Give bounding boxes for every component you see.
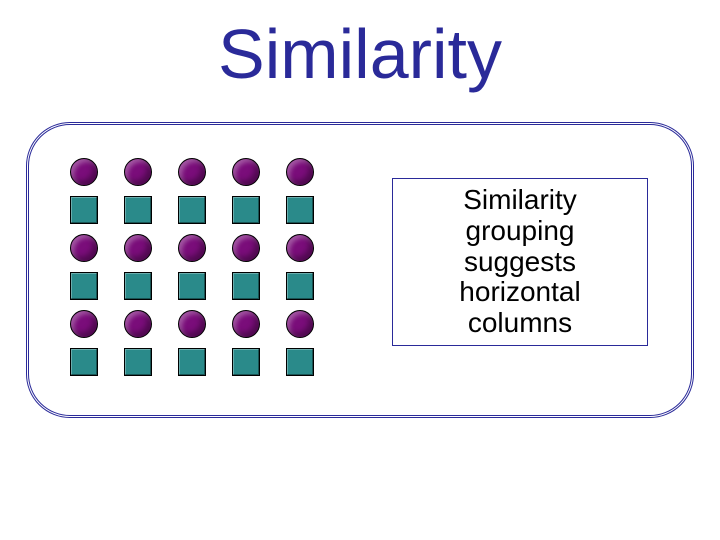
square-icon	[286, 196, 314, 224]
caption-text: Similarity grouping suggests horizontal …	[459, 185, 580, 339]
shape-row	[70, 348, 340, 376]
square-icon	[232, 196, 260, 224]
square-icon	[124, 196, 152, 224]
circle-icon	[232, 158, 260, 186]
circle-icon	[178, 310, 206, 338]
shape-row	[70, 234, 340, 262]
square-icon	[232, 348, 260, 376]
circle-icon	[286, 310, 314, 338]
square-icon	[178, 272, 206, 300]
square-icon	[124, 348, 152, 376]
caption-box: Similarity grouping suggests horizontal …	[392, 178, 648, 346]
shape-row	[70, 158, 340, 186]
circle-icon	[178, 158, 206, 186]
square-icon	[178, 348, 206, 376]
square-icon	[70, 272, 98, 300]
shape-grid	[70, 158, 340, 386]
circle-icon	[124, 158, 152, 186]
square-icon	[232, 272, 260, 300]
circle-icon	[70, 310, 98, 338]
circle-icon	[124, 310, 152, 338]
circle-icon	[124, 234, 152, 262]
circle-icon	[232, 310, 260, 338]
circle-icon	[286, 158, 314, 186]
circle-icon	[70, 158, 98, 186]
square-icon	[70, 348, 98, 376]
circle-icon	[286, 234, 314, 262]
page-title: Similarity	[0, 14, 720, 94]
circle-icon	[232, 234, 260, 262]
circle-icon	[70, 234, 98, 262]
square-icon	[178, 196, 206, 224]
square-icon	[286, 272, 314, 300]
circle-icon	[178, 234, 206, 262]
shape-row	[70, 196, 340, 224]
square-icon	[70, 196, 98, 224]
square-icon	[124, 272, 152, 300]
shape-row	[70, 310, 340, 338]
square-icon	[286, 348, 314, 376]
shape-row	[70, 272, 340, 300]
